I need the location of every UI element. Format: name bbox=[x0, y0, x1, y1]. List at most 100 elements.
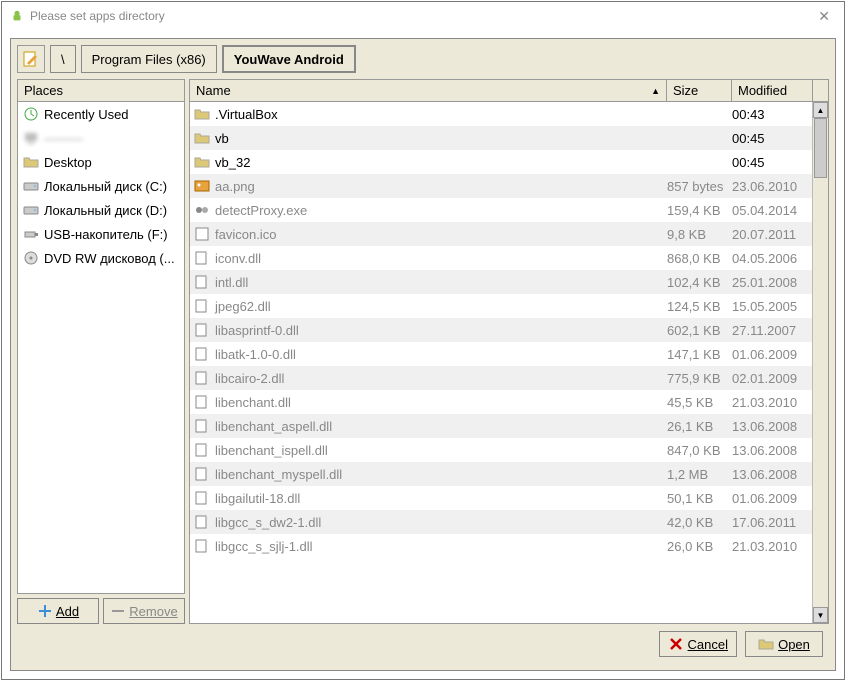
file-row[interactable]: libgcc_s_dw2-1.dll42,0 KB17.06.2011 bbox=[190, 510, 812, 534]
scroll-down-button[interactable]: ▼ bbox=[813, 607, 828, 623]
edit-path-button[interactable] bbox=[17, 45, 45, 73]
file-row[interactable]: favicon.ico9,8 KB20.07.2011 bbox=[190, 222, 812, 246]
cancel-icon bbox=[668, 636, 684, 652]
file-modified: 20.07.2011 bbox=[732, 227, 812, 242]
dialog-window: Please set apps directory ✕ \ Program Fi… bbox=[1, 1, 845, 680]
scroll-thumb[interactable] bbox=[814, 118, 827, 178]
file-modified: 00:45 bbox=[732, 155, 812, 170]
img-icon bbox=[194, 178, 210, 194]
file-modified: 25.01.2008 bbox=[732, 275, 812, 290]
file-modified: 00:43 bbox=[732, 107, 812, 122]
place-item[interactable]: Desktop bbox=[18, 150, 184, 174]
place-item[interactable]: USB-накопитель (F:) bbox=[18, 222, 184, 246]
file-name: libgailutil-18.dll bbox=[215, 491, 300, 506]
file-name: iconv.dll bbox=[215, 251, 261, 266]
pc-icon bbox=[23, 130, 39, 146]
file-list-wrap: .VirtualBox00:43vb00:45vb_3200:45aa.png8… bbox=[189, 102, 829, 624]
window-title: Please set apps directory bbox=[30, 9, 165, 23]
dll-icon bbox=[194, 274, 210, 290]
file-size: 124,5 KB bbox=[667, 299, 732, 314]
file-row[interactable]: libenchant.dll45,5 KB21.03.2010 bbox=[190, 390, 812, 414]
file-modified: 01.06.2009 bbox=[732, 491, 812, 506]
file-row[interactable]: libgailutil-18.dll50,1 KB01.06.2009 bbox=[190, 486, 812, 510]
file-row[interactable]: libcairo-2.dll775,9 KB02.01.2009 bbox=[190, 366, 812, 390]
remove-button[interactable]: Remove bbox=[103, 598, 185, 624]
file-row[interactable]: libenchant_ispell.dll847,0 KB13.06.2008 bbox=[190, 438, 812, 462]
file-size: 9,8 KB bbox=[667, 227, 732, 242]
file-row[interactable]: detectProxy.exe 159,4 KB05.04.2014 bbox=[190, 198, 812, 222]
add-button[interactable]: Add bbox=[17, 598, 99, 624]
place-label: USB-накопитель (F:) bbox=[44, 227, 168, 242]
scroll-up-button[interactable]: ▲ bbox=[813, 102, 828, 118]
place-item[interactable]: Локальный диск (D:) bbox=[18, 198, 184, 222]
dll-icon bbox=[194, 538, 210, 554]
dll-icon bbox=[194, 394, 210, 410]
file-row[interactable]: aa.png857 bytes23.06.2010 bbox=[190, 174, 812, 198]
column-name[interactable]: Name ▲ bbox=[190, 80, 667, 101]
file-size: 42,0 KB bbox=[667, 515, 732, 530]
column-modified[interactable]: Modified bbox=[732, 80, 812, 101]
file-size: 102,4 KB bbox=[667, 275, 732, 290]
places-list: Recently Used——— Desktop Локальный диск (C… bbox=[17, 102, 185, 594]
file-name: libatk-1.0-0.dll bbox=[215, 347, 296, 362]
place-item[interactable]: DVD RW дисковод (... bbox=[18, 246, 184, 270]
file-modified: 05.04.2014 bbox=[732, 203, 812, 218]
file-modified: 15.05.2005 bbox=[732, 299, 812, 314]
file-row[interactable]: libenchant_aspell.dll26,1 KB13.06.2008 bbox=[190, 414, 812, 438]
bottom-bar: Cancel Open bbox=[17, 624, 829, 664]
file-row[interactable]: vb00:45 bbox=[190, 126, 812, 150]
pencil-icon bbox=[23, 51, 39, 67]
scrollbar[interactable]: ▲ ▼ bbox=[812, 102, 828, 623]
dll-icon bbox=[194, 322, 210, 338]
file-name: jpeg62.dll bbox=[215, 299, 271, 314]
breadcrumb-seg1[interactable]: Program Files (x86) bbox=[81, 45, 217, 73]
places-header: Places bbox=[17, 79, 185, 102]
file-name: libenchant_myspell.dll bbox=[215, 467, 342, 482]
breadcrumb-seg2[interactable]: YouWave Android bbox=[222, 45, 356, 73]
column-size[interactable]: Size bbox=[667, 80, 732, 101]
file-modified: 23.06.2010 bbox=[732, 179, 812, 194]
file-row[interactable]: .VirtualBox00:43 bbox=[190, 102, 812, 126]
file-row[interactable]: libatk-1.0-0.dll147,1 KB01.06.2009 bbox=[190, 342, 812, 366]
header-scrollgap bbox=[812, 80, 828, 101]
file-row[interactable]: libenchant_myspell.dll 1,2 MB13.06.2008 bbox=[190, 462, 812, 486]
close-icon[interactable]: ✕ bbox=[812, 6, 836, 27]
file-panel: Name ▲ Size Modified .VirtualBox00:43vb0… bbox=[189, 79, 829, 624]
file-name: libenchant_ispell.dll bbox=[215, 443, 328, 458]
file-row[interactable]: jpeg62.dll 124,5 KB15.05.2005 bbox=[190, 294, 812, 318]
folder-icon bbox=[23, 154, 39, 170]
cancel-button[interactable]: Cancel bbox=[659, 631, 737, 657]
place-item[interactable]: Recently Used bbox=[18, 102, 184, 126]
file-name: libenchant.dll bbox=[215, 395, 291, 410]
open-button[interactable]: Open bbox=[745, 631, 823, 657]
file-size: 775,9 KB bbox=[667, 371, 732, 386]
place-item[interactable]: ——— bbox=[18, 126, 184, 150]
file-size: 26,0 KB bbox=[667, 539, 732, 554]
file-row[interactable]: iconv.dll868,0 KB04.05.2006 bbox=[190, 246, 812, 270]
file-name: detectProxy.exe bbox=[215, 203, 307, 218]
place-label: Desktop bbox=[44, 155, 92, 170]
file-size: 26,1 KB bbox=[667, 419, 732, 434]
scroll-track[interactable] bbox=[813, 118, 828, 607]
breadcrumb-root[interactable]: \ bbox=[50, 45, 76, 73]
file-header: Name ▲ Size Modified bbox=[189, 79, 829, 102]
file-modified: 13.06.2008 bbox=[732, 419, 812, 434]
file-size: 868,0 KB bbox=[667, 251, 732, 266]
file-name: intl.dll bbox=[215, 275, 248, 290]
file-row[interactable]: libgcc_s_sjlj-1.dll26,0 KB21.03.2010 bbox=[190, 534, 812, 558]
file-modified: 13.06.2008 bbox=[732, 443, 812, 458]
file-modified: 13.06.2008 bbox=[732, 467, 812, 482]
minus-icon bbox=[110, 603, 126, 619]
file-row[interactable]: intl.dll 102,4 KB25.01.2008 bbox=[190, 270, 812, 294]
place-item[interactable]: Локальный диск (C:) bbox=[18, 174, 184, 198]
clock-icon bbox=[23, 106, 39, 122]
disk-icon bbox=[23, 178, 39, 194]
file-name: libgcc_s_sjlj-1.dll bbox=[215, 539, 313, 554]
file-modified: 27.11.2007 bbox=[732, 323, 812, 338]
file-size: 1,2 MB bbox=[667, 467, 732, 482]
file-name: libcairo-2.dll bbox=[215, 371, 284, 386]
dll-icon bbox=[194, 250, 210, 266]
file-row[interactable]: libasprintf-0.dll602,1 KB27.11.2007 bbox=[190, 318, 812, 342]
file-row[interactable]: vb_3200:45 bbox=[190, 150, 812, 174]
file-size: 159,4 KB bbox=[667, 203, 732, 218]
